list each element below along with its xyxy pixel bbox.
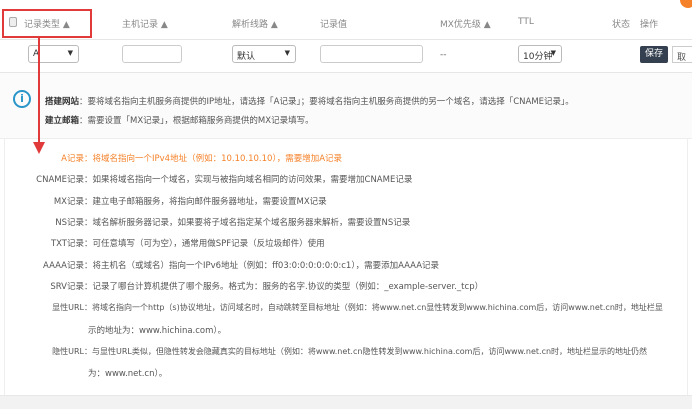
desc-a: A记录：将域名指向一个IPv4地址（例如：10.10.10.10），需要增加A记… [0, 152, 692, 164]
col-line[interactable]: 解析线路 ▲ [232, 17, 278, 30]
line-select[interactable]: 默认 ▼ [232, 45, 296, 63]
desc-txt: TXT记录：可任意填写（可为空），通常用做SPF记录（反垃圾邮件）使用 [0, 237, 692, 249]
save-button[interactable]: 保存 [640, 46, 668, 63]
desc-text: ：如果将域名指向一个域名，实现与被指向域名相同的访问效果，需要增加CNAME记录 [84, 175, 413, 185]
desc-implicit-url: 隐性URL：与显性URL类似，但隐性转发会隐藏真实的目标地址（例如：将www.n… [0, 346, 692, 357]
desc-continuation: 为：www.net.cn）。 [88, 369, 168, 379]
desc-text: ：将主机名（或域名）指向一个IPv6地址（例如：ff03:0:0:0:0:0:0… [84, 261, 440, 271]
col-value: 记录值 [320, 20, 348, 30]
chevron-down-icon: ▼ [284, 49, 290, 57]
desc-explicit-url: 显性URL：将域名指向一个http（s)协议地址，访问域名时，自动跳转至目标地址… [0, 302, 692, 313]
col-host[interactable]: 主机记录 ▲ [122, 17, 168, 30]
desc-label: 显性URL [52, 303, 84, 312]
col-actions: 操作 [640, 20, 659, 30]
desc-text: ：可任意填写（可为空），通常用做SPF记录（反垃圾邮件）使用 [84, 239, 325, 249]
info-label: 搭建网站 [45, 97, 80, 107]
ttl-value: 10分钟 [523, 52, 553, 62]
desc-text: ：将域名指向一个IPv4地址（例如：10.10.10.10），需要增加A记录 [84, 154, 343, 164]
desc-label: AAAA记录 [43, 261, 84, 271]
col-status: 状态 [612, 20, 631, 30]
info-label: 建立邮箱 [45, 116, 80, 126]
annotation-arrow [38, 38, 40, 144]
annotation-highlight-box [2, 9, 92, 38]
desc-label: SRV记录 [50, 282, 84, 292]
mx-priority: -- [440, 50, 447, 60]
col-ttl: TTL [518, 17, 534, 27]
record-type-select[interactable]: A ▼ [28, 45, 79, 63]
desc-text: ：记录了哪台计算机提供了哪个服务。格式为：服务的名字.协议的类型（例如：_exa… [84, 282, 484, 292]
info-text: ：要将域名指向主机服务商提供的IP地址，请选择「A记录」；要将域名指向主机服务商… [79, 97, 574, 107]
desc-label: 隐性URL [52, 347, 84, 356]
desc-text: ：将域名指向一个http（s)协议地址，访问域名时，自动跳转至目标地址（例如：将… [84, 303, 663, 312]
info-line: 搭建网站：要将域名指向主机服务商提供的IP地址，请选择「A记录」；要将域名指向主… [45, 95, 574, 107]
desc-ns: NS记录：域名解析服务器记录，如果要将子域名指定某个域名服务器来解析，需要设置N… [0, 216, 692, 228]
desc-label: NS记录 [55, 218, 84, 228]
desc-text: ：与显性URL类似，但隐性转发会隐藏真实的目标地址（例如：将www.net.cn… [84, 347, 648, 356]
desc-cname: CNAME记录：如果将域名指向一个域名，实现与被指向域名相同的访问效果，需要增加… [0, 173, 692, 185]
line-value: 默认 [237, 52, 256, 62]
info-text: ：需要设置「MX记录」，根据邮箱服务商提供的MX记录填写。 [79, 116, 314, 126]
desc-continuation: 示的地址为：www.hichina.com）。 [88, 326, 227, 336]
arrow-down-icon [33, 142, 45, 154]
desc-mx: MX记录：建立电子邮箱服务，将指向邮件服务器地址，需要设置MX记录 [0, 195, 692, 207]
desc-label: TXT记录 [50, 239, 84, 249]
desc-aaaa: AAAA记录：将主机名（或域名）指向一个IPv6地址（例如：ff03:0:0:0… [0, 259, 692, 271]
desc-label: CNAME记录 [36, 175, 84, 185]
desc-text: ：建立电子邮箱服务，将指向邮件服务器地址，需要设置MX记录 [84, 197, 327, 207]
col-mx[interactable]: MX优先级 ▲ [440, 17, 491, 30]
info-icon: i [13, 90, 31, 108]
value-input[interactable] [320, 45, 423, 63]
cancel-button[interactable]: 取 [672, 46, 692, 63]
desc-text: ：域名解析服务器记录，如果要将子域名指定某个域名服务器来解析，需要设置NS记录 [84, 218, 411, 228]
ttl-select[interactable]: 10分钟 ▼ [518, 45, 562, 63]
desc-srv: SRV记录：记录了哪台计算机提供了哪个服务。格式为：服务的名字.协议的类型（例如… [0, 280, 692, 292]
chevron-down-icon: ▼ [550, 49, 556, 57]
page-footer-area [0, 395, 692, 409]
chevron-down-icon: ▼ [67, 49, 73, 57]
desc-label: MX记录 [53, 197, 84, 207]
host-input[interactable] [122, 45, 182, 63]
info-line: 建立邮箱：需要设置「MX记录」，根据邮箱服务商提供的MX记录填写。 [45, 114, 314, 126]
